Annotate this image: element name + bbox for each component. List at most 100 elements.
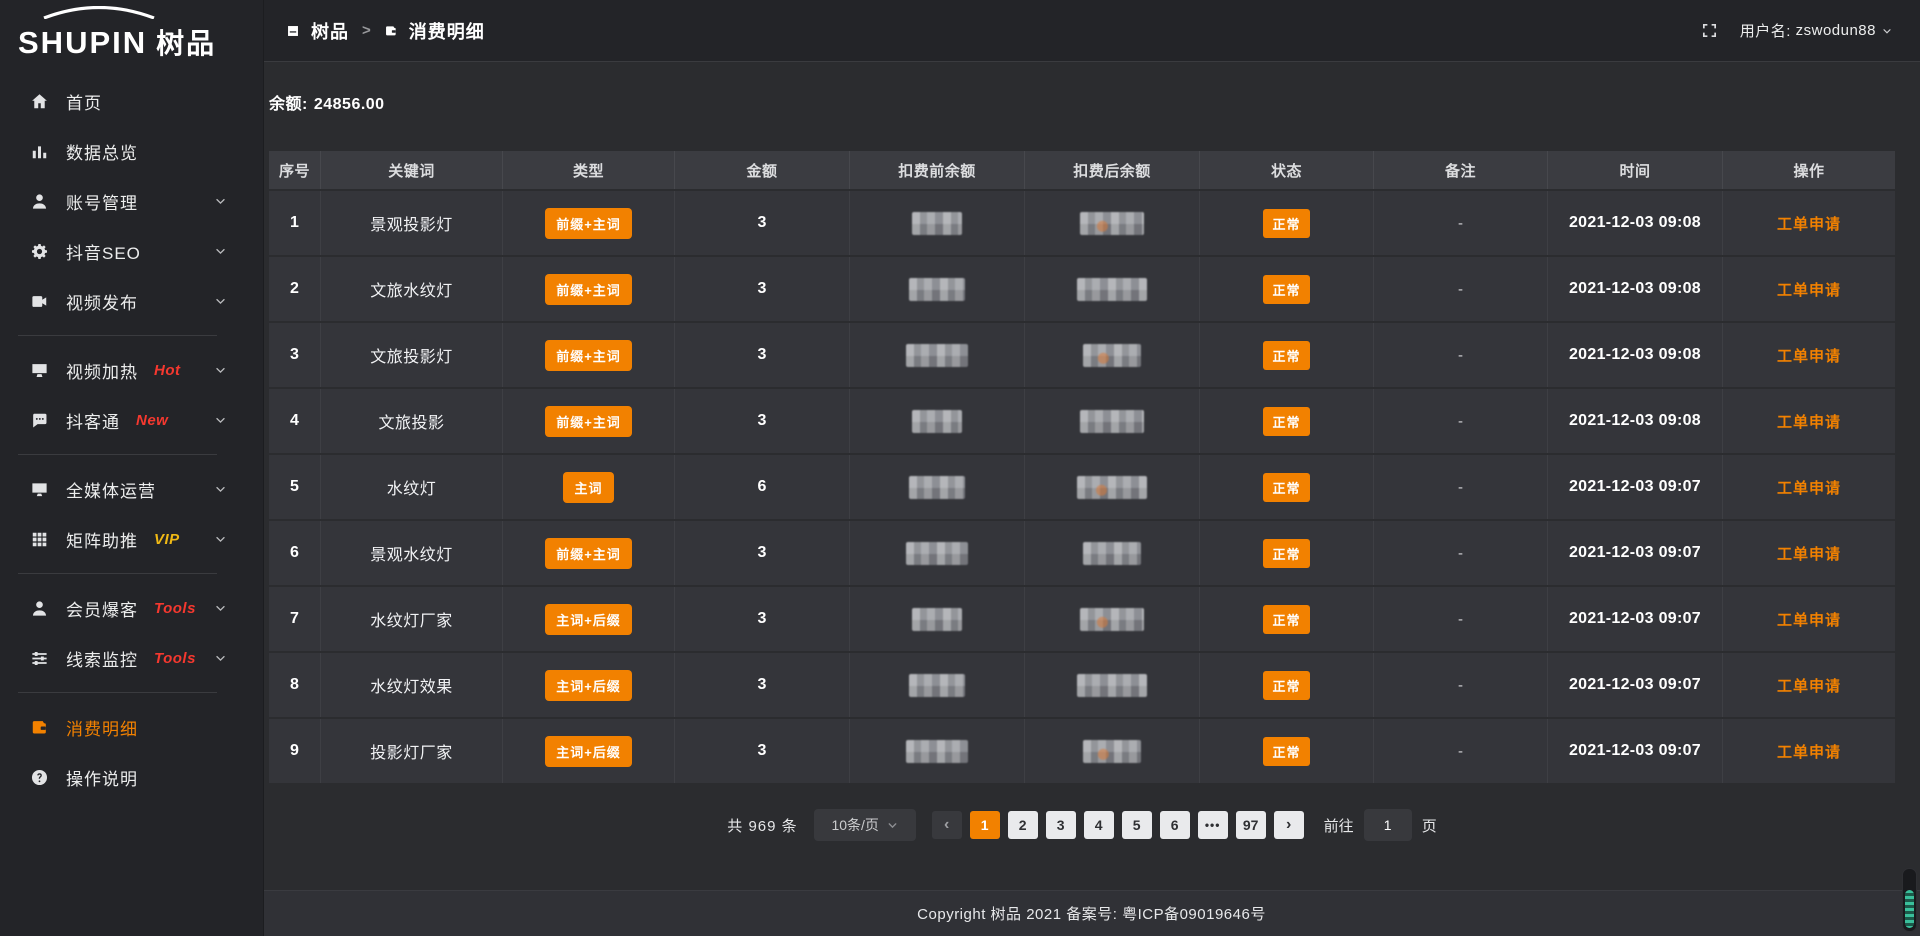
cell-pre-balance <box>850 323 1025 387</box>
chevron-down-icon <box>214 245 227 258</box>
sidebar-item-home[interactable]: 首页 <box>0 76 263 126</box>
work-order-link[interactable]: 工单申请 <box>1777 543 1841 564</box>
table-row: 1景观投影灯前缀+主词3正常-2021-12-03 09:08工单申请 <box>269 191 1895 257</box>
work-order-link[interactable]: 工单申请 <box>1777 411 1841 432</box>
work-order-link[interactable]: 工单申请 <box>1777 345 1841 366</box>
page-size-select[interactable]: 10条/页 <box>814 809 916 841</box>
sidebar-item-account-manage[interactable]: 账号管理 <box>0 176 263 226</box>
prev-page-button[interactable]: ‹ <box>932 811 962 839</box>
cell-status: 正常 <box>1200 719 1374 783</box>
sidebar-item-matrix-boost[interactable]: 矩阵助推VIP <box>0 514 263 564</box>
work-order-link[interactable]: 工单申请 <box>1777 213 1841 234</box>
column-header-7: 备注 <box>1374 151 1548 189</box>
cell-status: 正常 <box>1200 521 1374 585</box>
cell-amount: 3 <box>675 653 850 717</box>
page-button-97[interactable]: 97 <box>1236 811 1266 839</box>
cell-time: 2021-12-03 09:07 <box>1548 521 1723 585</box>
goto-page-input[interactable] <box>1364 809 1412 841</box>
cell-keyword: 文旅投影 <box>321 389 503 453</box>
cell-post-balance <box>1025 455 1200 519</box>
cell-post-balance <box>1025 653 1200 717</box>
user-menu[interactable]: 用户名: zswodun88 <box>1740 20 1893 41</box>
chevron-down-icon <box>214 295 227 308</box>
page-button-2[interactable]: 2 <box>1008 811 1038 839</box>
sidebar-item-data-overview[interactable]: 数据总览 <box>0 126 263 176</box>
cell-type: 前缀+主词 <box>503 257 675 321</box>
sidebar-item-member-baoke[interactable]: 会员爆客Tools <box>0 583 263 633</box>
cell-keyword: 投影灯厂家 <box>321 719 503 783</box>
monitor-icon <box>30 480 49 499</box>
cell-action: 工单申请 <box>1723 587 1895 651</box>
bar-chart-icon <box>30 142 49 161</box>
sidebar-item-label: 全媒体运营 <box>66 477 156 502</box>
status-badge: 正常 <box>1263 275 1309 304</box>
cell-action: 工单申请 <box>1723 323 1895 387</box>
cell-index: 7 <box>269 587 321 651</box>
breadcrumb-item-current: 消费明细 <box>409 18 485 44</box>
status-badge: 正常 <box>1263 605 1309 634</box>
cell-post-balance <box>1025 191 1200 255</box>
work-order-link[interactable]: 工单申请 <box>1777 477 1841 498</box>
page-buttons: 123456 ••• 97 <box>970 811 1266 839</box>
cell-note: - <box>1374 521 1548 585</box>
sidebar-item-label: 消费明细 <box>66 715 138 740</box>
cell-amount: 6 <box>675 455 850 519</box>
cell-post-balance <box>1025 257 1200 321</box>
sidebar-item-video-publish[interactable]: 视频发布 <box>0 276 263 326</box>
sidebar-item-instructions[interactable]: 操作说明 <box>0 752 263 802</box>
cell-type: 前缀+主词 <box>503 191 675 255</box>
sidebar-item-label: 抖客通 <box>66 408 120 433</box>
work-order-link[interactable]: 工单申请 <box>1777 675 1841 696</box>
redacted-balance <box>906 344 968 367</box>
breadcrumb-separator: > <box>362 22 371 39</box>
goto-page: 前往 页 <box>1324 809 1437 841</box>
type-badge: 前缀+主词 <box>545 406 632 437</box>
redacted-balance <box>1083 542 1141 565</box>
user-icon <box>30 599 49 618</box>
cell-action: 工单申请 <box>1723 653 1895 717</box>
grid-icon <box>30 530 49 549</box>
sidebar-item-clue-monitor[interactable]: 线索监控Tools <box>0 633 263 683</box>
next-page-button[interactable]: › <box>1274 811 1304 839</box>
work-order-link[interactable]: 工单申请 <box>1777 741 1841 762</box>
page-button-5[interactable]: 5 <box>1122 811 1152 839</box>
sidebar-item-video-heat[interactable]: 视频加热Hot <box>0 345 263 395</box>
fullscreen-icon[interactable] <box>1701 22 1718 39</box>
cell-time: 2021-12-03 09:07 <box>1548 719 1723 783</box>
cell-action: 工单申请 <box>1723 257 1895 321</box>
sidebar-item-douyin-seo[interactable]: 抖音SEO <box>0 226 263 276</box>
status-badge: 正常 <box>1263 671 1309 700</box>
cell-action: 工单申请 <box>1723 455 1895 519</box>
scrollbar-thumb[interactable] <box>1902 868 1917 932</box>
page-button-3[interactable]: 3 <box>1046 811 1076 839</box>
page-button-4[interactable]: 4 <box>1084 811 1114 839</box>
cell-time: 2021-12-03 09:08 <box>1548 191 1723 255</box>
page-ellipsis-button[interactable]: ••• <box>1198 811 1228 839</box>
status-badge: 正常 <box>1263 341 1309 370</box>
sidebar-item-consumption-detail[interactable]: 消费明细 <box>0 702 263 752</box>
work-order-link[interactable]: 工单申请 <box>1777 609 1841 630</box>
dashboard-square-icon <box>286 24 300 38</box>
cell-note: - <box>1374 323 1548 387</box>
table-header-row: 序号关键词类型金额扣费前余额扣费后余额状态备注时间操作 <box>269 151 1895 191</box>
page-button-1[interactable]: 1 <box>970 811 1000 839</box>
cell-status: 正常 <box>1200 323 1374 387</box>
sidebar-item-all-media-operation[interactable]: 全媒体运营 <box>0 464 263 514</box>
page-button-6[interactable]: 6 <box>1160 811 1190 839</box>
redacted-balance <box>912 212 962 235</box>
type-badge: 主词 <box>563 472 613 503</box>
cell-amount: 3 <box>675 587 850 651</box>
cell-post-balance <box>1025 389 1200 453</box>
cell-pre-balance <box>850 719 1025 783</box>
chevron-down-icon <box>214 364 227 377</box>
redacted-balance <box>1077 278 1147 301</box>
chevron-right-icon: › <box>1286 817 1291 833</box>
work-order-link[interactable]: 工单申请 <box>1777 279 1841 300</box>
breadcrumb-item-root[interactable]: 树品 <box>311 18 349 44</box>
column-header-4: 扣费前余额 <box>850 151 1025 189</box>
cell-keyword: 文旅投影灯 <box>321 323 503 387</box>
chevron-down-icon <box>214 414 227 427</box>
sidebar-item-douketong[interactable]: 抖客通New <box>0 395 263 445</box>
sidebar-divider <box>18 692 217 693</box>
cell-post-balance <box>1025 719 1200 783</box>
